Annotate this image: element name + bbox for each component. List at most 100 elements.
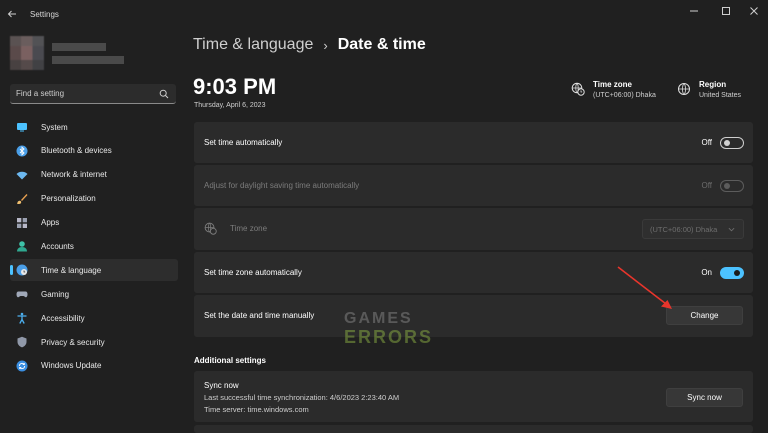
time-zone-dropdown[interactable]: (UTC+06:00) Dhaka <box>642 219 744 239</box>
region-value: United States <box>699 92 742 99</box>
search-input[interactable] <box>10 84 150 103</box>
sync-now-card: Sync now Last successful time synchroniz… <box>194 371 753 422</box>
chevron-down-icon <box>728 227 735 232</box>
daylight-saving-label: Adjust for daylight saving time automati… <box>204 181 360 190</box>
sidebar-item-label: Gaming <box>41 289 70 299</box>
sidebar-item-accessibility[interactable]: Accessibility <box>10 307 178 329</box>
globe-icon <box>678 83 690 95</box>
current-time: 9:03 PM <box>193 74 277 99</box>
region-info: Region United States <box>677 80 741 99</box>
timezone-globe-clock-icon <box>204 222 217 235</box>
set-date-time-manually-label: Set the date and time manually <box>204 311 315 320</box>
maximize-button[interactable] <box>716 4 736 20</box>
sidebar-item-label: Bluetooth & devices <box>41 146 112 156</box>
toggle-state-text: Off <box>701 181 712 190</box>
app-title: Settings <box>30 10 59 19</box>
search-icon[interactable] <box>159 89 169 99</box>
bluetooth-icon <box>16 145 28 157</box>
monitor-icon <box>16 121 28 133</box>
page-title: Date & time <box>337 36 426 53</box>
set-date-time-manually-card: Set the date and time manually Change <box>194 295 753 337</box>
person-icon <box>16 240 28 252</box>
time-zone-label: Time zone <box>230 224 268 233</box>
set-time-automatically-control: Off <box>701 122 744 163</box>
timezone-info: Time zone (UTC+06:00) Dhaka <box>571 80 656 99</box>
sync-time-server: Time server: time.windows.com <box>204 405 309 414</box>
sidebar-item-windows-update[interactable]: Windows Update <box>10 355 178 377</box>
sidebar-item-accounts[interactable]: Accounts <box>10 235 178 257</box>
sidebar-item-system[interactable]: System <box>10 116 178 138</box>
time-zone-dropdown-value: (UTC+06:00) Dhaka <box>650 224 718 234</box>
sidebar-item-label: Personalization <box>41 194 96 204</box>
profile-info-blurred <box>52 43 124 69</box>
sidebar-item-time-language[interactable]: Time & language <box>10 259 178 282</box>
watermark-logo: GAMES ERRORS <box>344 310 434 347</box>
watermark-line2: ERRORS <box>344 327 434 347</box>
shield-icon <box>16 336 28 348</box>
sidebar-item-label: Accounts <box>41 241 74 251</box>
sidebar-item-apps[interactable]: Apps <box>10 212 178 234</box>
wifi-icon <box>16 169 28 181</box>
set-time-zone-automatically-toggle[interactable] <box>720 266 744 279</box>
sidebar-item-gaming[interactable]: Gaming <box>10 283 178 305</box>
profile-email-blurred <box>52 56 124 64</box>
clock-globe-icon <box>16 264 28 276</box>
sidebar-item-label: Time & language <box>41 265 102 275</box>
minimize-icon <box>690 10 698 12</box>
profile-name-blurred <box>52 43 106 51</box>
accessibility-icon <box>16 312 28 324</box>
breadcrumb: Time & language › Date & time <box>193 36 426 54</box>
back-arrow-icon <box>7 10 16 18</box>
sidebar-item-label: System <box>41 122 68 132</box>
set-time-zone-automatically-label: Set time zone automatically <box>204 268 302 277</box>
sidebar-item-network[interactable]: Network & internet <box>10 164 178 186</box>
close-icon <box>750 7 758 15</box>
daylight-saving-card: Adjust for daylight saving time automati… <box>194 165 753 206</box>
sync-last-success: Last successful time synchronization: 4/… <box>204 393 400 402</box>
current-date: Thursday, April 6, 2023 <box>194 102 266 109</box>
timezone-globe-clock-icon <box>571 82 585 96</box>
brush-icon <box>16 193 28 205</box>
sidebar-item-privacy[interactable]: Privacy & security <box>10 331 178 353</box>
sidebar-item-label: Windows Update <box>41 361 102 371</box>
daylight-saving-toggle[interactable] <box>720 179 744 192</box>
timezone-value: (UTC+06:00) Dhaka <box>593 92 656 99</box>
apps-icon <box>16 217 28 229</box>
toggle-knob <box>734 269 740 276</box>
set-time-automatically-toggle[interactable] <box>720 136 744 149</box>
minimize-button[interactable] <box>684 4 704 20</box>
back-button[interactable] <box>6 7 22 23</box>
avatar[interactable] <box>10 36 44 70</box>
sidebar-item-label: Network & internet <box>41 170 107 180</box>
time-zone-card: Time zone (UTC+06:00) Dhaka <box>194 208 753 250</box>
breadcrumb-separator: › <box>323 37 328 53</box>
update-icon <box>16 360 28 372</box>
sync-now-title: Sync now <box>204 381 239 390</box>
additional-settings-heading: Additional settings <box>194 356 266 365</box>
set-time-zone-automatically-card: Set time zone automatically On <box>194 252 753 293</box>
toggle-state-text: On <box>701 268 712 277</box>
sidebar-item-label: Privacy & security <box>41 337 105 347</box>
maximize-icon <box>722 7 730 15</box>
breadcrumb-parent[interactable]: Time & language <box>193 36 313 54</box>
sidebar-item-personalization[interactable]: Personalization <box>10 188 178 210</box>
gamepad-icon <box>16 288 28 300</box>
daylight-saving-control: Off <box>701 165 744 206</box>
close-button[interactable] <box>744 4 764 20</box>
change-button[interactable]: Change <box>666 306 743 325</box>
timezone-title: Time zone <box>593 80 632 89</box>
search-box[interactable] <box>10 84 176 104</box>
set-time-zone-automatically-control: On <box>701 252 744 293</box>
set-time-automatically-label: Set time automatically <box>204 138 283 147</box>
sidebar-item-label: Accessibility <box>41 313 85 323</box>
title-bar: Settings <box>0 0 768 30</box>
toggle-knob <box>724 139 730 146</box>
sidebar-item-bluetooth[interactable]: Bluetooth & devices <box>10 140 178 162</box>
set-time-automatically-card: Set time automatically Off <box>194 122 753 163</box>
watermark-line1: GAMES <box>344 310 413 327</box>
toggle-knob <box>724 182 730 189</box>
sync-now-button[interactable]: Sync now <box>666 388 743 407</box>
settings-window: Settings System Bluetoo <box>0 0 768 433</box>
sidebar-nav: System Bluetooth & devices Network & int… <box>10 116 178 379</box>
region-title: Region <box>699 80 727 89</box>
